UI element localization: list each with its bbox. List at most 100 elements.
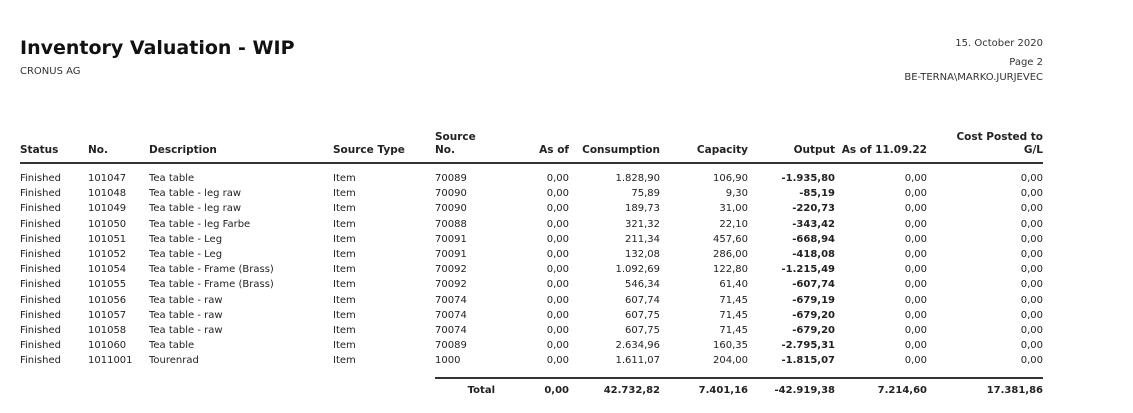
- source-type-cell: Item: [333, 264, 356, 276]
- total-consumption: 42.732,82: [569, 376, 660, 398]
- cost-posted-cell: 0,00: [1020, 188, 1043, 200]
- header-row: Status No. Description Source Type Sourc…: [20, 131, 1043, 164]
- col-as-of-header: As of: [495, 131, 569, 164]
- source-no-cell: 70092: [435, 279, 467, 291]
- no-cell: 101051: [88, 233, 127, 245]
- page-number: Page 2: [1009, 57, 1043, 68]
- description-cell: Tea table - raw: [149, 325, 223, 337]
- source-type-cell: Item: [333, 173, 356, 184]
- source-no-cell: 1000: [435, 355, 461, 367]
- consumption-cell: 1.092,69: [615, 264, 660, 276]
- source-type-cell: Item: [333, 233, 356, 245]
- col-as-of-date-header: As of 11.09.22: [835, 131, 927, 164]
- total-capacity: 7.401,16: [660, 376, 748, 398]
- description-cell: Tourenrad: [149, 355, 199, 367]
- source-type-cell: Item: [333, 218, 356, 230]
- output-cell: -1.215,49: [781, 264, 836, 276]
- capacity-cell: 122,80: [713, 264, 748, 276]
- capacity-cell: 71,45: [719, 309, 748, 321]
- as-of-cell: 0,00: [546, 233, 569, 245]
- col-no-header: No.: [88, 131, 149, 164]
- source-type-cell: Item: [333, 188, 356, 200]
- consumption-cell: 607,74: [625, 294, 660, 306]
- cost-posted-cell: 0,00: [1020, 294, 1043, 306]
- consumption-cell: 607,75: [625, 325, 660, 337]
- source-type-cell: Item: [333, 355, 356, 367]
- table-row: Finished 101051 Tea table - Leg Item 70091 0,…: [20, 232, 1043, 247]
- source-no-cell: 70090: [435, 188, 467, 200]
- description-cell: Tea table - Leg: [149, 233, 223, 245]
- status-cell: Finished: [20, 355, 61, 367]
- as-of-date-cell: 0,00: [904, 264, 927, 276]
- as-of-cell: 0,00: [546, 325, 569, 337]
- capacity-cell: 61,40: [719, 279, 748, 291]
- capacity-cell: 9,30: [725, 188, 748, 200]
- capacity-cell: 286,00: [713, 249, 748, 261]
- as-of-cell: 0,00: [546, 218, 569, 230]
- as-of-date-cell: 0,00: [904, 279, 927, 291]
- table-row: Finished 101052 Tea table - Leg Item 70091 0,…: [20, 247, 1043, 262]
- capacity-cell: 457,60: [713, 233, 748, 245]
- cost-posted-cell: 0,00: [1020, 325, 1043, 337]
- status-cell: Finished: [20, 325, 61, 337]
- description-cell: Tea table - Frame (Brass): [149, 264, 274, 276]
- table-row: Finished 1011001 Tourenrad Item 1000 0,00 1.61…: [20, 353, 1043, 368]
- capacity-cell: 71,45: [719, 294, 748, 306]
- as-of-date-cell: 0,00: [904, 249, 927, 261]
- description-cell: Tea table - raw: [149, 294, 223, 306]
- total-label: Total: [435, 376, 495, 398]
- cost-posted-cell: 0,00: [1020, 173, 1043, 184]
- output-cell: -2.795,31: [781, 340, 836, 352]
- cost-posted-cell: 0,00: [1020, 340, 1043, 352]
- as-of-cell: 0,00: [546, 340, 569, 352]
- source-no-cell: 70089: [435, 173, 467, 184]
- report-title: Inventory Valuation - WIP: [20, 37, 295, 59]
- cost-posted-cell: 0,00: [1020, 355, 1043, 367]
- col-output-header: Output: [748, 131, 835, 164]
- source-type-cell: Item: [333, 325, 356, 337]
- table-row: Finished 101058 Tea table - raw Item 70074 0,…: [20, 323, 1043, 338]
- source-type-cell: Item: [333, 249, 356, 261]
- consumption-cell: 211,34: [625, 233, 660, 245]
- source-no-cell: 70074: [435, 294, 467, 306]
- col-source-no-header: Source No.: [435, 131, 495, 164]
- table-row: Finished 101048 Tea table - leg raw Item 700…: [20, 186, 1043, 201]
- col-capacity-header: Capacity: [660, 131, 748, 164]
- as-of-cell: 0,00: [546, 203, 569, 215]
- table-row: Finished 101050 Tea table - leg Farbe Item 7…: [20, 217, 1043, 232]
- as-of-cell: 0,00: [546, 309, 569, 321]
- no-cell: 101049: [88, 203, 127, 215]
- consumption-cell: 189,73: [625, 203, 660, 215]
- description-cell: Tea table: [149, 173, 195, 184]
- company-name: CRONUS AG: [20, 66, 81, 77]
- status-cell: Finished: [20, 279, 61, 291]
- table-row: Finished 101054 Tea table - Frame (Brass) I…: [20, 262, 1043, 277]
- no-cell: 101057: [88, 309, 127, 321]
- total-cost-posted: 17.381,86: [927, 376, 1043, 398]
- consumption-cell: 1.828,90: [615, 173, 660, 184]
- inventory-valuation-table: Status No. Description Source Type Sourc…: [20, 131, 1043, 398]
- as-of-date-cell: 0,00: [904, 233, 927, 245]
- consumption-cell: 546,34: [625, 279, 660, 291]
- total-output: -42.919,38: [748, 376, 835, 398]
- output-cell: -1.935,80: [781, 173, 836, 184]
- output-cell: -679,20: [792, 309, 835, 321]
- no-cell: 101055: [88, 279, 127, 291]
- as-of-date-cell: 0,00: [904, 309, 927, 321]
- source-no-cell: 70092: [435, 264, 467, 276]
- no-cell: 101048: [88, 188, 127, 200]
- source-no-cell: 70074: [435, 325, 467, 337]
- output-cell: -220,73: [792, 203, 835, 215]
- status-cell: Finished: [20, 294, 61, 306]
- user-id: BE-TERNA\MARKO.JURJEVEC: [904, 72, 1043, 83]
- no-cell: 101058: [88, 325, 127, 337]
- description-cell: Tea table - raw: [149, 309, 223, 321]
- table-row: Finished 101056 Tea table - raw Item 70074 0,…: [20, 293, 1043, 308]
- status-cell: Finished: [20, 340, 61, 352]
- description-cell: Tea table - leg Farbe: [149, 218, 251, 230]
- source-no-cell: 70089: [435, 340, 467, 352]
- source-type-cell: Item: [333, 294, 356, 306]
- table-row: Finished 101047 Tea table Item 70089 0,00 1.82…: [20, 163, 1043, 186]
- capacity-cell: 22,10: [719, 218, 748, 230]
- source-no-cell: 70074: [435, 309, 467, 321]
